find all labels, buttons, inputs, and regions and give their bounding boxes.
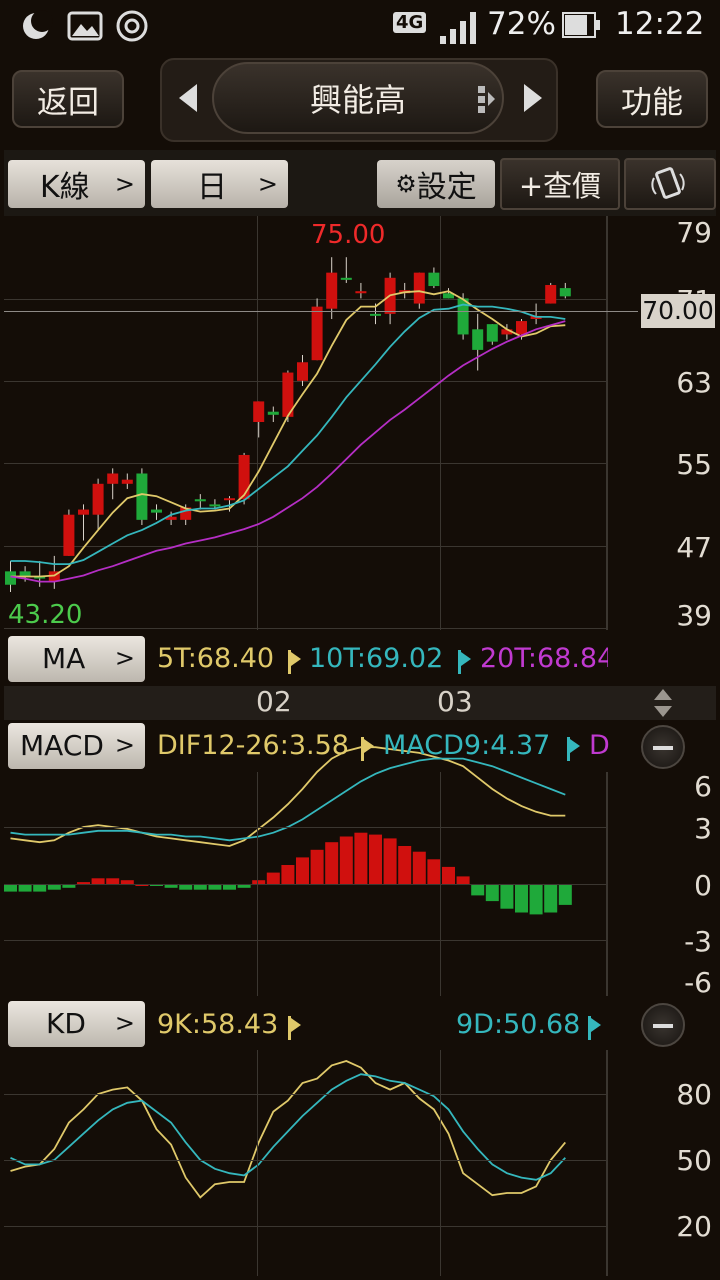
flag-icon	[458, 650, 471, 674]
candle-body	[209, 504, 221, 507]
candle-body	[238, 454, 250, 500]
flag-icon	[288, 1016, 301, 1040]
kd-tick: 20	[676, 1210, 712, 1243]
kd-panel[interactable]	[4, 1050, 608, 1276]
candle-body	[63, 514, 75, 556]
d-value: 9D:50.68	[456, 1009, 581, 1040]
collapse-macd-button[interactable]	[641, 725, 685, 769]
kd-tick: 50	[676, 1144, 712, 1177]
candle-body	[428, 272, 440, 287]
ma-line	[10, 320, 566, 583]
date-axis	[4, 686, 716, 720]
macd-tick: 0	[694, 869, 712, 902]
osc-value: D	[589, 730, 610, 761]
collapse-kd-button[interactable]	[641, 1003, 685, 1047]
candle-body	[516, 321, 527, 335]
candle-body	[413, 272, 425, 304]
current-price-line	[4, 311, 638, 312]
candle-body	[472, 329, 484, 350]
macd-tick: 3	[694, 812, 712, 845]
macd-tick: -6	[684, 966, 712, 999]
candle-body	[267, 411, 279, 415]
low-price-label: 43.20	[8, 600, 83, 630]
chevron-right-icon: >	[114, 1009, 135, 1037]
k-value: 9K:58.43	[157, 1009, 279, 1040]
chevron-right-icon: >	[114, 644, 135, 672]
minus-icon	[653, 746, 673, 750]
price-tick: 55	[676, 448, 712, 481]
candle-body	[370, 313, 381, 316]
ma-label: MA	[42, 642, 86, 675]
candle-body	[224, 498, 235, 501]
ma10-value: 10T:69.02	[309, 643, 444, 674]
macd9-value: MACD9:4.37	[383, 730, 551, 761]
flag-icon	[567, 737, 580, 761]
date-label: 02	[256, 685, 292, 718]
candle-body	[194, 499, 206, 502]
candle-body	[121, 479, 133, 484]
macd-selector[interactable]: MACD >	[8, 723, 145, 769]
candle-body	[78, 509, 89, 515]
flag-icon	[588, 1016, 601, 1040]
ma-selector[interactable]: MA >	[8, 636, 145, 682]
flag-icon	[361, 737, 374, 761]
kd-selector[interactable]: KD >	[8, 1001, 145, 1047]
macd-tick: -3	[684, 925, 712, 958]
dif-value: DIF12-26:3.58	[157, 730, 349, 761]
ma20-value: 20T:68.84	[480, 643, 608, 674]
macd-tick: 6	[694, 770, 712, 803]
minus-icon	[653, 1024, 673, 1028]
candle-body	[253, 401, 265, 422]
candle-body	[545, 285, 557, 304]
candle-body	[136, 473, 148, 520]
candle-body	[311, 306, 323, 361]
candle-body	[151, 509, 162, 513]
date-label: 03	[437, 685, 473, 718]
chevron-right-icon: >	[114, 731, 135, 759]
candle-body	[340, 277, 352, 280]
ma5-value: 5T:68.40	[157, 643, 275, 674]
candle-body	[5, 571, 16, 585]
kd-tick: 80	[676, 1078, 712, 1111]
macd-label: MACD	[20, 729, 104, 762]
price-tick: 47	[676, 531, 712, 564]
price-tick: 63	[676, 366, 712, 399]
candle-body	[297, 362, 308, 381]
resize-handle-icon[interactable]	[652, 688, 674, 718]
candle-body	[107, 473, 119, 484]
kd-label: KD	[46, 1007, 86, 1040]
candle-body	[326, 272, 338, 309]
flag-icon	[288, 650, 301, 674]
high-price-label: 75.00	[311, 220, 386, 250]
candle-body	[559, 288, 571, 297]
candle-body	[355, 291, 367, 294]
price-tick: 79	[676, 216, 712, 249]
price-tick: 39	[676, 599, 712, 632]
candle-body	[486, 324, 498, 342]
candle-body	[92, 483, 104, 515]
current-price-tag: 70.00	[641, 294, 715, 328]
